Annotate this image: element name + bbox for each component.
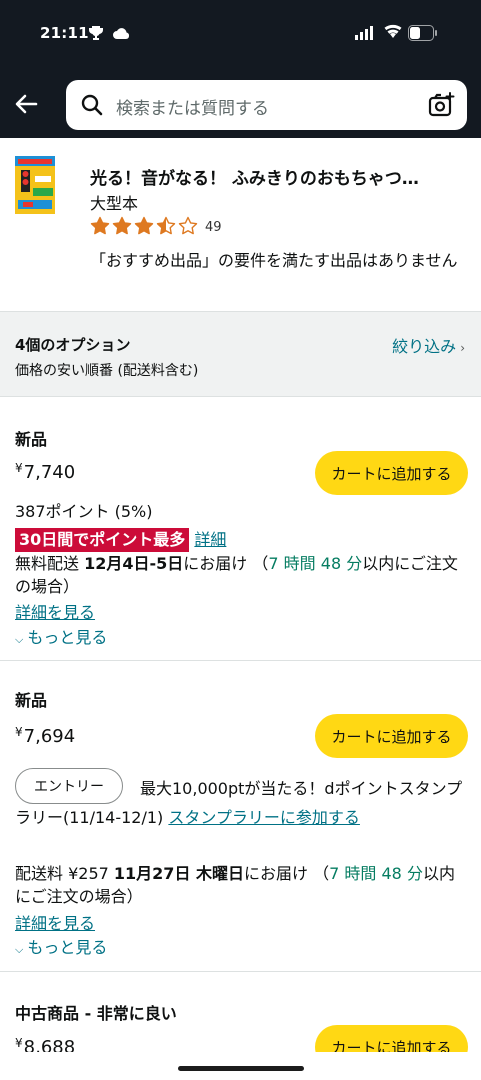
product-title[interactable]: 光る！音がなる！ ふみきりのおもちゃつ… [90, 164, 460, 189]
countdown-open: （ [252, 554, 269, 573]
search-placeholder: 検索または質問する [116, 99, 269, 119]
options-count: 4個のオプション [15, 336, 131, 354]
back-button[interactable] [8, 86, 44, 122]
currency-symbol: ¥ [15, 1036, 23, 1050]
signal-icon [355, 25, 375, 44]
price-value: 7,694 [23, 726, 76, 747]
add-to-cart-button[interactable]: カートに追加する [315, 451, 468, 495]
chevron-right-icon: › [460, 341, 465, 355]
app-header: 検索または質問する [0, 68, 481, 138]
rating-stars-icon[interactable] [90, 216, 202, 236]
add-to-cart-button[interactable]: カートに追加する [315, 714, 468, 758]
delivery-info: 配送料 ¥257 11月27日 木曜日にお届け （7 時間 48 分以内にご注文… [15, 862, 470, 908]
delivery-suffix: にお届け [183, 554, 248, 573]
delivery-prefix: 配送料 ¥257 [15, 864, 114, 883]
points-badge-row: 30日間でポイント最多 詳細 [15, 526, 226, 552]
home-indicator[interactable] [178, 1066, 304, 1071]
rating-count[interactable]: 49 [205, 220, 222, 235]
offer-condition: 中古商品 - 非常に良い [15, 1004, 177, 1023]
wifi-icon [383, 23, 403, 43]
back-arrow-icon [15, 94, 38, 114]
filter-button[interactable]: 絞り込み › [392, 333, 465, 357]
offer-price: ¥8,688 [15, 1036, 75, 1052]
featured-offer-note: 「おすすめ出品」の要件を満たす出品はありません [90, 251, 458, 270]
product-thumbnail[interactable] [15, 156, 55, 214]
details-link[interactable]: 詳細を見る [15, 910, 95, 934]
product-summary: 光る！音がなる！ ふみきりのおもちゃつ… 大型本 49 「おすすめ出品」の要件を… [0, 138, 481, 310]
cloud-icon [112, 25, 130, 44]
points-badge: 30日間でポイント最多 [15, 528, 190, 552]
countdown: 7 時間 48 分 [329, 864, 423, 883]
offer-card: 新品 ¥7,694 カートに追加する エントリー 最大10,000ptが当たる！… [0, 661, 481, 971]
points-text: 387ポイント (5%) [15, 502, 153, 521]
battery-icon [408, 25, 438, 45]
delivery-info: 無料配送 12月4日-5日にお届け （7 時間 48 分以内にご注文の場合） [15, 552, 470, 598]
show-more-label: もっと見る [27, 628, 108, 647]
countdown-open: （ [313, 864, 330, 883]
price-value: 8,688 [23, 1037, 76, 1052]
show-more-link[interactable]: ⌵ もっと見る [15, 934, 107, 958]
offer-condition: 新品 [15, 430, 48, 449]
search-icon [81, 94, 103, 116]
status-time: 21:11 [40, 24, 89, 42]
camera-search-icon[interactable] [427, 91, 455, 119]
offer-price: ¥7,740 [15, 461, 75, 483]
offer-card: 新品 ¥7,740 カートに追加する 387ポイント (5%) 30日間でポイン… [0, 398, 481, 660]
options-sort: 価格の安い順番 (配送料含む) [15, 363, 199, 379]
show-more-link[interactable]: ⌵ もっと見る [15, 624, 107, 648]
delivery-dates: 11月27日 木曜日 [113, 864, 245, 883]
status-bar: 21:11 [0, 0, 481, 68]
product-format: 大型本 [90, 194, 139, 213]
currency-symbol: ¥ [15, 461, 23, 475]
add-to-cart-button[interactable]: カートに追加する [315, 1025, 468, 1052]
promo-text: 最大10,000ptが当たる！dポイントスタンプラリー(11/14-12/1) … [15, 774, 470, 832]
currency-symbol: ¥ [15, 725, 23, 739]
offer-card: 中古商品 - 非常に良い ¥8,688 カートに追加する [0, 972, 481, 1052]
countdown: 7 時間 48 分 [268, 554, 363, 573]
badge-details-link[interactable]: 詳細 [194, 530, 226, 549]
delivery-prefix: 無料配送 [15, 554, 85, 573]
show-more-label: もっと見る [27, 938, 108, 957]
price-value: 7,740 [23, 462, 76, 483]
stamp-rally-link[interactable]: スタンプラリーに参加する [168, 808, 360, 827]
chevron-down-icon: ⌵ [15, 943, 24, 956]
trophy-icon [88, 25, 104, 45]
chevron-down-icon: ⌵ [15, 633, 24, 646]
offer-condition: 新品 [15, 691, 48, 710]
delivery-dates: 12月4日-5日 [84, 554, 184, 573]
delivery-suffix: にお届け [244, 864, 309, 883]
filter-label: 絞り込み [392, 337, 457, 356]
options-bar: 4個のオプション 価格の安い順番 (配送料含む) 絞り込み › [0, 311, 481, 397]
offer-price: ¥7,694 [15, 725, 75, 747]
search-input[interactable]: 検索または質問する [66, 80, 467, 130]
details-link[interactable]: 詳細を見る [15, 599, 95, 623]
